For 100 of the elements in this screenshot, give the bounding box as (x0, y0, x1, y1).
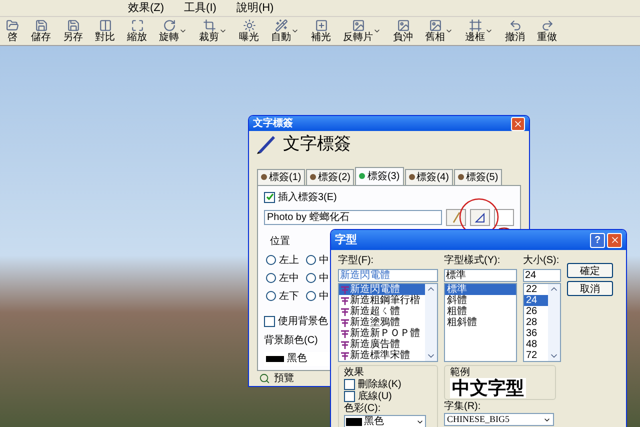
font-type-icon (341, 296, 349, 304)
group-title: 範例 (450, 367, 470, 378)
dropdown-caret-icon (373, 27, 381, 35)
tab[interactable]: 標簽(4) (404, 168, 453, 184)
tab[interactable]: 標簽(5) (454, 168, 502, 184)
list-item[interactable]: 粗斜體 (445, 317, 516, 328)
list-item[interactable]: 新造標準宋體 (339, 350, 425, 361)
radio-label: 左中 (279, 272, 299, 286)
tab[interactable]: 標簽(1) (257, 168, 306, 184)
help-button[interactable]: ? (590, 232, 605, 248)
search-icon (259, 372, 270, 384)
charset-select[interactable]: CHINESE_BIG5 (444, 413, 554, 426)
text-input-field[interactable]: Photo by 螳螂化石 (264, 210, 442, 224)
toolbar-icon (540, 19, 554, 32)
radio-button[interactable] (266, 291, 276, 301)
list-item[interactable]: 新造粗鋼筆行楷 (339, 295, 425, 306)
list-item[interactable]: 新造塗鴉體 (339, 317, 425, 328)
list-item[interactable]: 22 (524, 284, 548, 295)
group-title: 位置 (270, 234, 290, 248)
list-item[interactable]: 24 (524, 295, 548, 306)
list-item[interactable]: 新造廣告體 (339, 339, 425, 350)
radio-button[interactable] (266, 273, 276, 283)
menu-item[interactable]: 效果(Z) (128, 0, 164, 16)
menu-item[interactable]: 工具(I) (184, 0, 216, 16)
menu-item[interactable]: 說明(H) (236, 0, 274, 16)
list-item[interactable]: 36 (524, 328, 548, 339)
toolbar-button[interactable]: 重做 (531, 19, 563, 43)
list-item[interactable]: 26 (524, 306, 548, 317)
toolbar-icon (202, 19, 216, 32)
checkbox[interactable] (264, 192, 275, 202)
close-button[interactable] (607, 232, 622, 248)
font-type-icon (341, 330, 349, 338)
color-select[interactable]: 黑色 (344, 415, 426, 427)
toolbar-button[interactable]: 對比 (89, 19, 121, 43)
font-button[interactable] (470, 208, 490, 226)
radio-button[interactable] (266, 255, 276, 265)
dropdown-caret-icon (291, 27, 299, 35)
radio-button[interactable] (306, 273, 316, 283)
dialog-button[interactable]: 取消 (567, 281, 613, 296)
style-input-field[interactable]: 標準 (444, 269, 517, 282)
dialog-button[interactable]: 確定 (567, 263, 613, 278)
toolbar-icon (314, 19, 328, 32)
scroll-bar[interactable] (425, 284, 437, 361)
toolbar-button[interactable]: 旋轉 (153, 19, 193, 43)
font-type-icon (341, 340, 349, 348)
toolbar-icon (162, 19, 176, 32)
checkbox-label: 插入標簽3(E) (278, 190, 337, 204)
checkbox[interactable] (344, 391, 355, 402)
tab[interactable]: 標簽(3) (355, 166, 404, 184)
checkbox[interactable] (344, 379, 355, 390)
toolbar-button[interactable]: 儲存 (25, 19, 57, 43)
list-item[interactable]: 標準 (445, 284, 516, 295)
radio-button[interactable] (306, 255, 316, 265)
toolbar-button[interactable]: 邊框 (459, 19, 499, 43)
size-input-field[interactable]: 24 (523, 269, 561, 282)
pen-icon (451, 211, 462, 223)
toolbar-icon (428, 19, 442, 32)
close-button[interactable] (511, 116, 525, 130)
font-type-icon (341, 286, 349, 294)
toolbar-icon (396, 19, 410, 32)
preview-button[interactable]: 預覽 (259, 370, 294, 386)
radio-label: 左下 (279, 290, 299, 304)
toolbar-button[interactable]: 反轉片 (337, 19, 387, 43)
list-item[interactable]: 28 (524, 317, 548, 328)
dropdown-caret-icon (445, 27, 453, 35)
window-title: 文字標簽 (253, 116, 293, 131)
color-swatch[interactable] (494, 208, 514, 226)
toolbar-icon (242, 19, 256, 32)
radio-label: 中 (319, 272, 329, 286)
toolbar-button[interactable]: 另存 (57, 19, 89, 43)
scroll-bar[interactable] (548, 284, 560, 361)
window-title: 字型 (335, 232, 357, 248)
toolbar-button[interactable]: 啓 (0, 19, 25, 43)
toolbar-button[interactable]: 自動 (265, 19, 305, 43)
radio-label: 左上 (279, 254, 299, 268)
checkbox-label: 使用背景色 (278, 314, 328, 328)
radio-label: 中 (319, 290, 329, 304)
toolbar-icon (508, 19, 522, 32)
list-item[interactable]: 48 (524, 339, 548, 350)
field-label: 字集(R): (444, 401, 481, 412)
radio-button[interactable] (306, 291, 316, 301)
pen-button[interactable] (446, 208, 466, 226)
toolbar-button[interactable]: 撤消 (499, 19, 531, 43)
toolbar-button[interactable]: 補光 (305, 19, 337, 43)
toolbar-button[interactable]: 裁剪 (193, 19, 233, 43)
toolbar-button[interactable]: 曝光 (233, 19, 265, 43)
field-label: 大小(S): (523, 254, 560, 268)
list-item[interactable]: 新造新ＰＯＰ體 (339, 328, 425, 339)
list-item[interactable]: 斜體 (445, 295, 516, 306)
list-item[interactable]: 新造超ㄑ體 (339, 306, 425, 317)
checkbox[interactable] (264, 316, 275, 326)
dropdown-caret-icon (485, 27, 493, 35)
toolbar-button[interactable]: 負沖 (387, 19, 419, 43)
toolbar-icon (352, 19, 364, 32)
field-label: 色彩(C): (344, 403, 382, 414)
toolbar-button[interactable]: 縮放 (121, 19, 153, 43)
toolbar-button[interactable]: 舊相 (419, 19, 459, 43)
tab[interactable]: 標簽(2) (306, 168, 354, 184)
list-item[interactable]: 72 (524, 350, 548, 361)
list-item[interactable]: 粗體 (445, 306, 516, 317)
